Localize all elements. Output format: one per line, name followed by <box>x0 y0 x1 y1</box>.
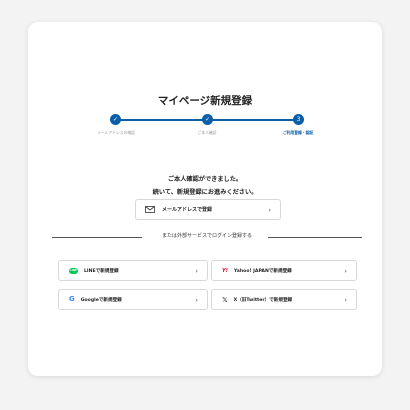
line-register-label: LINEで新規登録 <box>84 268 119 274</box>
email-register-label: メールアドレスで登録 <box>162 207 213 213</box>
chevron-right-icon: › <box>344 266 347 275</box>
x-icon: 𝕏 <box>222 295 228 304</box>
divider-rule-right <box>268 237 362 238</box>
step-2-check-icon: ✓ <box>202 114 213 125</box>
step-2-label: ご本人確認 <box>197 130 217 135</box>
progress-steps: ✓ ✓ 3 メールアドレスの確認 ご本人確認 ご利用登録・認証 <box>94 114 320 144</box>
x-register-label: X（旧Twitter）で新規登録 <box>233 297 293 303</box>
google-register-button[interactable]: G Googleで新規登録 › <box>58 289 208 310</box>
chevron-right-icon: › <box>344 295 347 304</box>
google-icon: G <box>69 295 75 303</box>
page-title: マイページ新規登録 <box>157 95 253 107</box>
chevron-right-icon: › <box>195 295 198 304</box>
message-line-1: ご本人確認ができました。 <box>167 176 243 183</box>
step-1-label: メールアドレスの確認 <box>97 130 135 135</box>
yahoo-icon: Y! <box>222 267 228 274</box>
line-icon: LINE <box>69 267 78 274</box>
yahoo-register-button[interactable]: Y! Yahoo! JAPANで新規登録 › <box>211 260 357 281</box>
divider-text: または外部サービスでログイン登録する <box>161 233 252 239</box>
line-register-button[interactable]: LINE LINEで新規登録 › <box>58 260 208 281</box>
divider: または外部サービスでログイン登録する <box>52 231 362 243</box>
email-register-button[interactable]: メールアドレスで登録 › <box>135 199 281 220</box>
step-1-check-icon: ✓ <box>110 114 121 125</box>
step-3-label: ご利用登録・認証 <box>282 130 314 135</box>
confirmation-message: ご本人確認ができました。 続いて、新規登録にお進みください。 <box>28 174 382 199</box>
yahoo-register-label: Yahoo! JAPANで新規登録 <box>233 268 292 274</box>
chevron-right-icon: › <box>268 205 271 214</box>
google-register-label: Googleで新規登録 <box>80 297 122 303</box>
message-line-2: 続いて、新規登録にお進みください。 <box>152 188 258 196</box>
step-3-number: 3 <box>293 114 304 125</box>
chevron-right-icon: › <box>195 266 198 275</box>
registration-card: マイページ新規登録 ✓ ✓ 3 メールアドレスの確認 ご本人確認 ご利用登録・認… <box>28 22 382 376</box>
mail-icon <box>145 206 155 213</box>
x-register-button[interactable]: 𝕏 X（旧Twitter）で新規登録 › <box>211 289 357 310</box>
